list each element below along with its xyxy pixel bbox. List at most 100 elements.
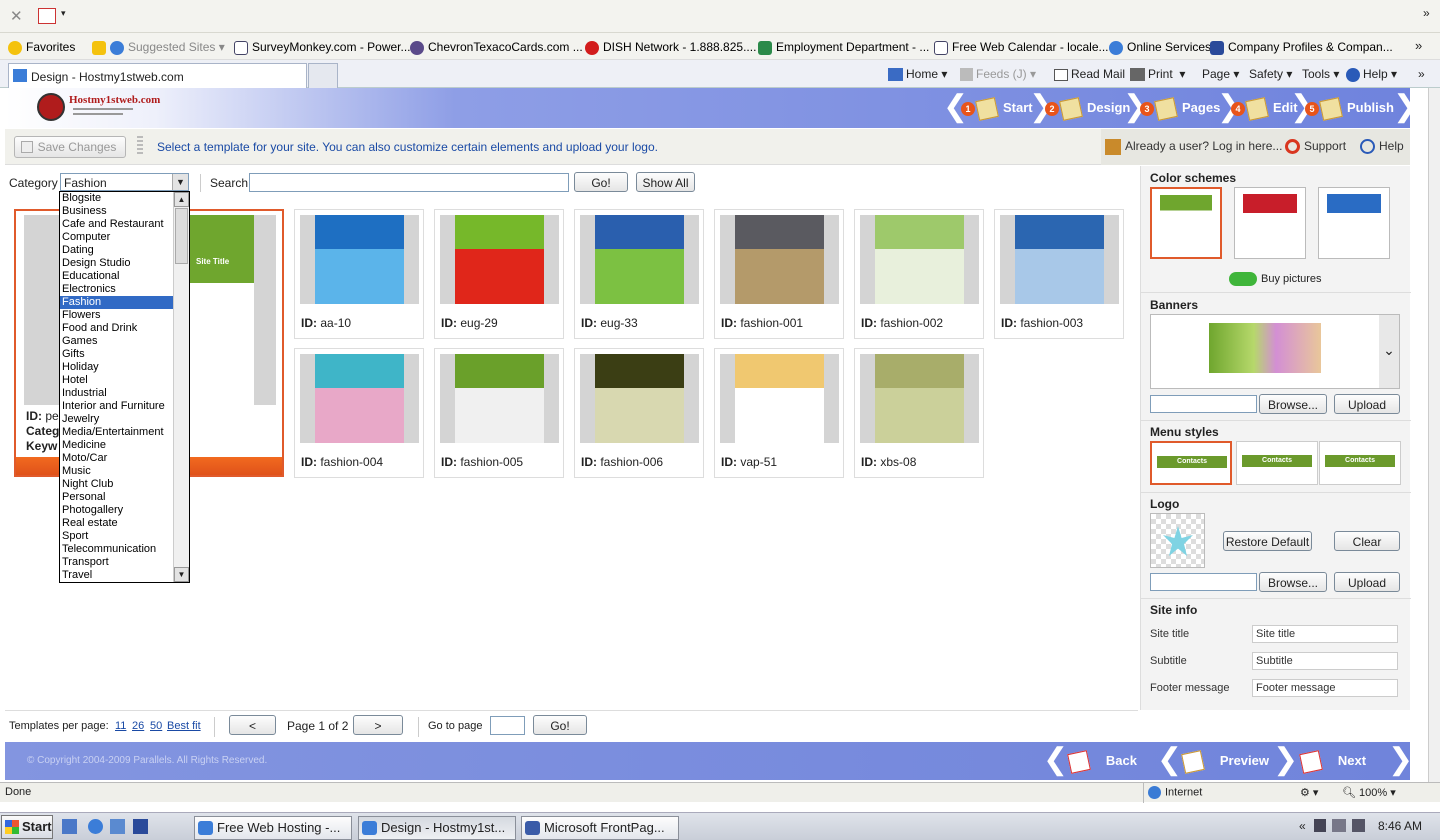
page-scrollbar[interactable] [1428,88,1440,782]
per-page-50[interactable]: 50 [150,720,162,732]
logo-upload-button[interactable]: Upload [1334,572,1400,592]
logo-clear-button[interactable]: Clear [1334,531,1400,551]
protected-mode-icon[interactable]: ⚙ ▾ [1300,786,1318,799]
fav-company-profiles[interactable]: Company Profiles & Compan... [1210,40,1393,55]
buy-pictures-link[interactable]: Buy pictures [1229,272,1322,286]
favorites-button[interactable]: Favorites [8,40,75,55]
category-option[interactable]: Music [60,465,173,478]
stop-icon[interactable]: ✕ [10,7,23,25]
logo-file-input[interactable] [1150,573,1257,591]
prev-page-button[interactable]: < [229,715,276,735]
goto-page-input[interactable] [490,716,525,735]
tray-expand-icon[interactable]: « [1299,819,1306,833]
quicklaunch-outlook-icon[interactable] [110,819,125,834]
category-option[interactable]: Sport [60,530,173,543]
footer-message-field[interactable] [1252,679,1398,697]
category-option[interactable]: Moto/Car [60,452,173,465]
page-icon[interactable] [38,8,56,24]
tray-network-icon[interactable] [1314,819,1326,832]
category-option[interactable]: Medicine [60,439,173,452]
step-design[interactable]: 2 Design [1045,88,1130,128]
fav-dish[interactable]: DISH Network - 1.888.825.... [585,40,756,55]
template-card[interactable]: ID: eug-33 [574,209,704,339]
chevron-down-icon[interactable]: ▾ [61,8,66,19]
task-free-web-hosting[interactable]: Free Web Hosting -... [194,816,352,840]
category-option[interactable]: Dating [60,244,173,257]
template-card[interactable]: ID: aa-10 [294,209,424,339]
category-option[interactable]: Transport [60,556,173,569]
next-button[interactable]: Next [1299,741,1366,781]
search-go-button[interactable]: Go! [574,172,628,192]
print-button[interactable]: Print ▾ [1130,67,1185,82]
category-option[interactable]: Media/Entertainment [60,426,173,439]
category-option[interactable]: Games [60,335,173,348]
next-page-button[interactable]: > [353,715,403,735]
category-option[interactable]: Personal [60,491,173,504]
new-tab-button[interactable] [308,63,338,88]
category-select[interactable]: Fashion ▼ [60,173,189,191]
category-option[interactable]: Business [60,205,173,218]
safety-menu[interactable]: Safety ▾ [1249,67,1292,81]
fav-suggested-sites[interactable]: Suggested Sites ▾ [92,40,225,55]
help-link[interactable]: Help [1360,139,1404,155]
category-option[interactable]: Night Club [60,478,173,491]
back-button[interactable]: Back [1067,741,1137,781]
category-option[interactable]: Holiday [60,361,173,374]
start-button[interactable]: Start [1,815,53,839]
page-menu[interactable]: Page ▾ [1202,67,1239,81]
scroll-down-icon[interactable]: ▼ [174,567,189,582]
quicklaunch-app-icon[interactable] [133,819,148,834]
home-button[interactable]: Home ▾ [888,67,947,82]
step-publish[interactable]: 5 Publish [1305,88,1394,128]
category-option[interactable]: Educational [60,270,173,283]
template-card[interactable]: ID: vap-51 [714,348,844,478]
scroll-up-icon[interactable]: ▲ [174,192,189,207]
per-page-11[interactable]: 11 [115,720,126,732]
category-option[interactable]: Hotel [60,374,173,387]
category-option[interactable]: Fashion [60,296,173,309]
browser-tab[interactable]: Design - Hostmy1stweb.com [8,63,307,88]
category-option[interactable]: Telecommunication [60,543,173,556]
goto-go-button[interactable]: Go! [533,715,587,735]
task-design-hostmy1st[interactable]: Design - Hostmy1st... [358,816,516,840]
template-card[interactable]: ID: fashion-003 [994,209,1124,339]
category-option[interactable]: Travel [60,569,173,582]
banner-browse-button[interactable]: Browse... [1259,394,1327,414]
template-card[interactable]: ID: fashion-005 [434,348,564,478]
read-mail-button[interactable]: Read Mail [1054,67,1125,81]
step-start[interactable]: 1 Start [961,88,1033,128]
show-all-button[interactable]: Show All [636,172,695,192]
logo-browse-button[interactable]: Browse... [1259,572,1327,592]
category-option[interactable]: Gifts [60,348,173,361]
template-card[interactable]: ID: fashion-001 [714,209,844,339]
subtitle-field[interactable] [1252,652,1398,670]
more-icon[interactable]: » [1423,6,1430,20]
more-favorites-icon[interactable]: » [1415,38,1422,53]
chevron-down-icon[interactable]: ▼ [172,174,188,190]
template-card[interactable]: ID: fashion-004 [294,348,424,478]
fav-employment[interactable]: Employment Department - ... [758,40,929,55]
task-frontpage[interactable]: Microsoft FrontPag... [521,816,679,840]
template-card[interactable]: ID: fashion-006 [574,348,704,478]
step-edit[interactable]: 4 Edit [1231,88,1298,128]
feeds-button[interactable]: Feeds (J) ▾ [960,67,1036,82]
fav-calendar[interactable]: Free Web Calendar - locale... [934,40,1109,55]
category-option[interactable]: Cafe and Restaurant [60,218,173,231]
banner-select[interactable]: ⌄ [1150,314,1400,389]
category-option[interactable]: Real estate [60,517,173,530]
fav-chevrontexaco[interactable]: ChevronTexacoCards.com ... [410,40,583,55]
scrollbar-thumb[interactable] [175,208,188,264]
save-changes-button[interactable]: Save Changes [14,136,126,158]
login-link[interactable]: Already a user? Log in here... [1105,139,1282,155]
category-option[interactable]: Flowers [60,309,173,322]
preview-button[interactable]: Preview [1181,741,1269,781]
menu-style-3[interactable]: Contacts [1319,441,1401,485]
category-option[interactable]: Design Studio [60,257,173,270]
banner-upload-button[interactable]: Upload [1334,394,1400,414]
menu-style-1[interactable]: Contacts [1150,441,1232,485]
more-commands-icon[interactable]: » [1418,67,1425,81]
search-input[interactable] [249,173,569,192]
quicklaunch-desktop-icon[interactable] [62,819,77,834]
site-title-field[interactable] [1252,625,1398,643]
template-card[interactable]: ID: xbs-08 [854,348,984,478]
